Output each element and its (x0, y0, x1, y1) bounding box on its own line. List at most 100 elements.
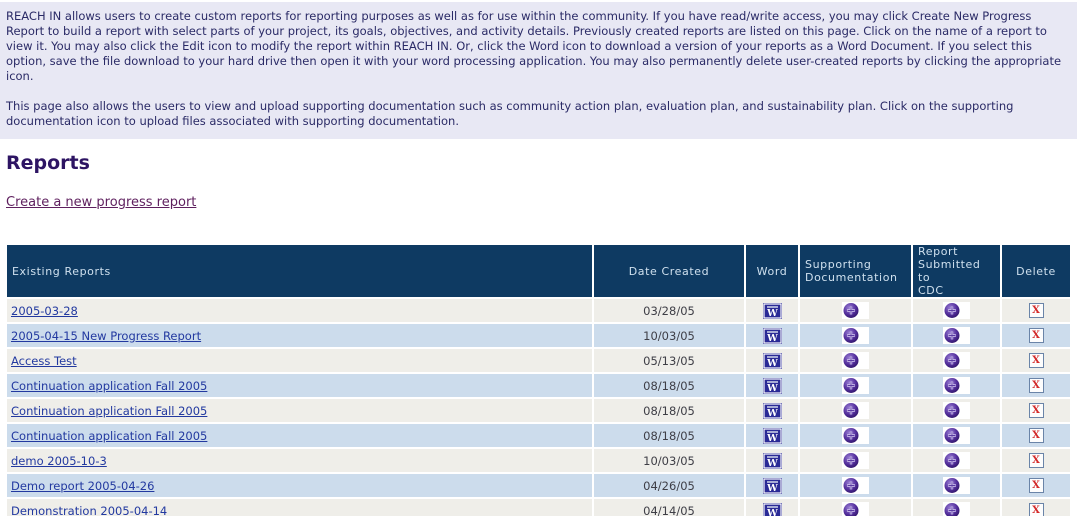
report-name-cell: Continuation application Fall 2005 (7, 399, 592, 422)
delete-cell: X (1002, 449, 1070, 472)
delete-x-icon[interactable]: X (1028, 303, 1044, 318)
delete-x-icon[interactable]: X (1028, 378, 1044, 393)
reports-table-body: 2005-03-28 03/28/05 W X 2005-04-15 New Pro… (7, 299, 1070, 516)
report-name-link[interactable]: 2005-04-15 New Progress Report (11, 329, 201, 343)
date-created-cell: 03/28/05 (594, 299, 744, 322)
supporting-documentation-cell (800, 499, 911, 516)
column-header-supporting-documentation: Supporting Documentation (800, 245, 911, 297)
delete-x-icon[interactable]: X (1028, 353, 1044, 368)
table-row: 2005-04-15 New Progress Report 10/03/05 W… (7, 324, 1070, 347)
intro-paragraph-1: REACH IN allows users to create custom r… (6, 9, 1062, 83)
svg-text:W: W (766, 433, 778, 444)
svg-text:W: W (766, 308, 778, 319)
report-submitted-cdc-cell (913, 324, 1000, 347)
report-name-link[interactable]: Continuation application Fall 2005 (11, 379, 207, 393)
svg-text:W: W (766, 458, 778, 469)
word-doc-icon[interactable]: W (762, 377, 782, 394)
table-row: Demo report 2005-04-26 04/26/05 W X (7, 474, 1070, 497)
word-cell: W (746, 349, 798, 372)
intro-text-block: REACH IN allows users to create custom r… (0, 2, 1077, 139)
svg-text:W: W (766, 333, 778, 344)
date-created-cell: 04/14/05 (594, 499, 744, 516)
create-report-link[interactable]: Create a new progress report (6, 195, 196, 210)
supporting-documentation-add-circle-icon[interactable] (842, 327, 869, 344)
supporting-documentation-add-circle-icon[interactable] (842, 477, 869, 494)
word-doc-icon[interactable]: W (762, 302, 782, 319)
table-row: Continuation application Fall 2005 08/18/… (7, 374, 1070, 397)
report-name-link[interactable]: Demonstration 2005-04-14 (11, 504, 167, 516)
table-row: Access Test 05/13/05 W X (7, 349, 1070, 372)
date-created-cell: 10/03/05 (594, 324, 744, 347)
report-submitted-cdc-add-circle-icon[interactable] (943, 377, 970, 394)
word-cell: W (746, 474, 798, 497)
report-submitted-cdc-cell (913, 424, 1000, 447)
word-doc-icon[interactable]: W (762, 427, 782, 444)
report-name-link[interactable]: Continuation application Fall 2005 (11, 429, 207, 443)
delete-x-icon[interactable]: X (1028, 403, 1044, 418)
date-created-cell: 08/18/05 (594, 424, 744, 447)
report-name-link[interactable]: Continuation application Fall 2005 (11, 404, 207, 418)
delete-x-icon[interactable]: X (1028, 328, 1044, 343)
supporting-documentation-add-circle-icon[interactable] (842, 427, 869, 444)
report-name-link[interactable]: Demo report 2005-04-26 (11, 479, 154, 493)
delete-cell: X (1002, 349, 1070, 372)
delete-x-icon[interactable]: X (1028, 428, 1044, 443)
report-name-cell: demo 2005-10-3 (7, 449, 592, 472)
word-doc-icon[interactable]: W (762, 452, 782, 469)
word-doc-icon[interactable]: W (762, 327, 782, 344)
report-name-cell: Continuation application Fall 2005 (7, 374, 592, 397)
intro-paragraph-2: This page also allows the users to view … (6, 99, 1014, 128)
supporting-documentation-add-circle-icon[interactable] (842, 502, 869, 516)
word-doc-icon[interactable]: W (762, 352, 782, 369)
supporting-documentation-cell (800, 299, 911, 322)
report-submitted-cdc-add-circle-icon[interactable] (943, 302, 970, 319)
date-created-cell: 10/03/05 (594, 449, 744, 472)
report-submitted-cdc-add-circle-icon[interactable] (943, 327, 970, 344)
supporting-documentation-add-circle-icon[interactable] (842, 377, 869, 394)
delete-x-icon[interactable]: X (1028, 453, 1044, 468)
supporting-documentation-add-circle-icon[interactable] (842, 302, 869, 319)
report-name-cell: Demonstration 2005-04-14 (7, 499, 592, 516)
delete-x-icon[interactable]: X (1028, 503, 1044, 516)
table-row: demo 2005-10-3 10/03/05 W X (7, 449, 1070, 472)
column-header-date-created: Date Created (594, 245, 744, 297)
delete-cell: X (1002, 299, 1070, 322)
report-submitted-cdc-add-circle-icon[interactable] (943, 477, 970, 494)
svg-text:W: W (766, 408, 778, 419)
report-submitted-cdc-cell (913, 399, 1000, 422)
word-doc-icon[interactable]: W (762, 477, 782, 494)
table-row: Continuation application Fall 2005 08/18/… (7, 399, 1070, 422)
word-doc-icon[interactable]: W (762, 502, 782, 516)
word-doc-icon[interactable]: W (762, 402, 782, 419)
report-submitted-cdc-cell (913, 299, 1000, 322)
report-name-link[interactable]: 2005-03-28 (11, 304, 78, 318)
report-submitted-cdc-add-circle-icon[interactable] (943, 452, 970, 469)
existing-reports-table: Existing Reports Date Created Word Suppo… (5, 243, 1072, 516)
report-submitted-cdc-add-circle-icon[interactable] (943, 427, 970, 444)
supporting-documentation-cell (800, 374, 911, 397)
report-submitted-cdc-cell (913, 474, 1000, 497)
word-cell: W (746, 499, 798, 516)
report-submitted-cdc-add-circle-icon[interactable] (943, 402, 970, 419)
report-name-link[interactable]: Access Test (11, 354, 77, 368)
svg-text:W: W (766, 358, 778, 369)
report-name-cell: Demo report 2005-04-26 (7, 474, 592, 497)
report-submitted-cdc-cell (913, 449, 1000, 472)
supporting-documentation-add-circle-icon[interactable] (842, 452, 869, 469)
report-name-cell: Continuation application Fall 2005 (7, 424, 592, 447)
column-header-existing-reports: Existing Reports (7, 245, 592, 297)
delete-x-icon[interactable]: X (1028, 478, 1044, 493)
supporting-documentation-add-circle-icon[interactable] (842, 402, 869, 419)
report-submitted-cdc-add-circle-icon[interactable] (943, 352, 970, 369)
table-row: Continuation application Fall 2005 08/18/… (7, 424, 1070, 447)
supporting-documentation-cell (800, 399, 911, 422)
report-submitted-cdc-add-circle-icon[interactable] (943, 502, 970, 516)
column-header-delete: Delete (1002, 245, 1070, 297)
delete-cell: X (1002, 399, 1070, 422)
word-cell: W (746, 374, 798, 397)
supporting-documentation-add-circle-icon[interactable] (842, 352, 869, 369)
report-name-link[interactable]: demo 2005-10-3 (11, 454, 107, 468)
word-cell: W (746, 299, 798, 322)
date-created-cell: 08/18/05 (594, 374, 744, 397)
word-cell: W (746, 324, 798, 347)
